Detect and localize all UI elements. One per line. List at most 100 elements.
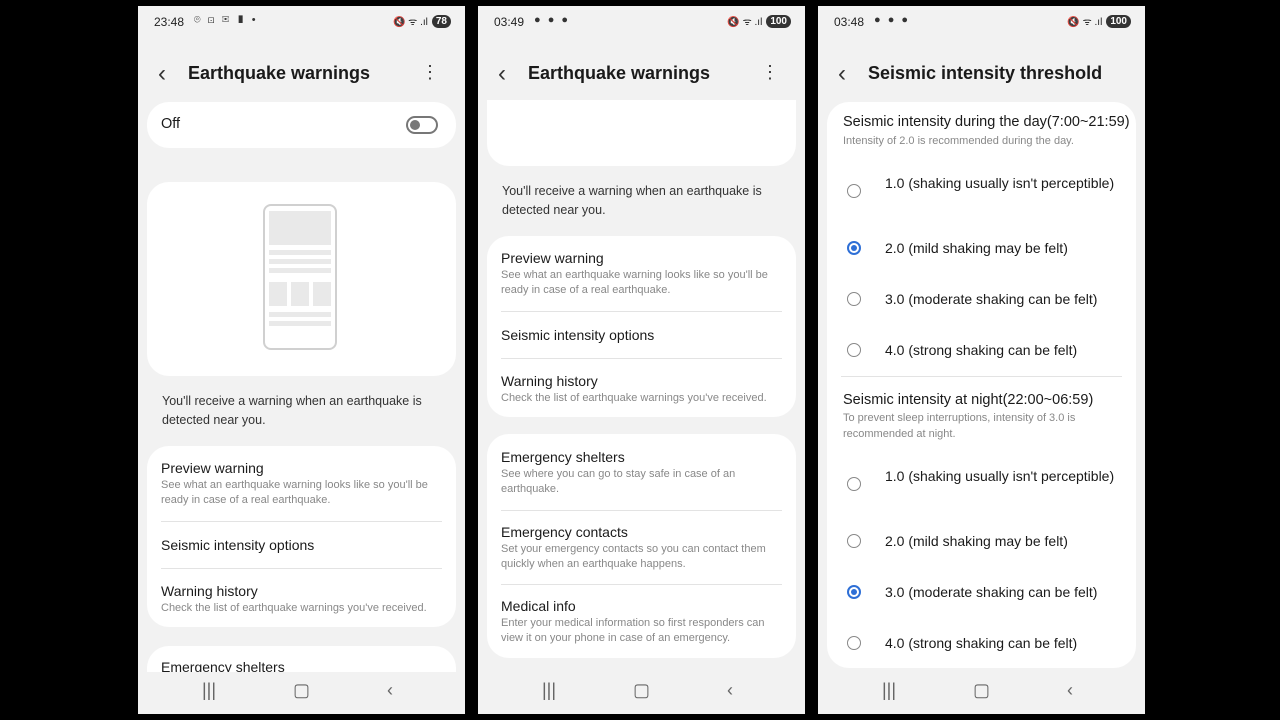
- illus-line: [269, 312, 331, 317]
- day-option-label[interactable]: 4.0 (strong shaking can be felt): [885, 341, 1116, 360]
- back-arrow-icon[interactable]: ‹: [498, 60, 506, 88]
- illus-block: [313, 282, 331, 306]
- illus-block: [269, 211, 331, 245]
- night-radio-1-0[interactable]: [847, 477, 861, 491]
- divider: [161, 568, 442, 569]
- status-right: 🔇 ᯤ .ıl 100: [727, 14, 791, 28]
- illus-line: [269, 321, 331, 326]
- screen-earthquake-warnings-off: 23:48 ⌾ ⊡ ✉ ▮ • 🔇 ᯤ .ıl 78 ‹ Earthquake …: [138, 6, 465, 714]
- home-icon[interactable]: ▢: [633, 680, 650, 701]
- medical-info-item[interactable]: Medical info Enter your medical informat…: [501, 598, 782, 646]
- screen-earthquake-warnings-scrolled: 03:49 ● ● ● 🔇 ᯤ .ıl 100 ‹ Earthquake war…: [478, 6, 805, 714]
- more-options-icon[interactable]: ⋮: [421, 62, 439, 83]
- more-options-icon[interactable]: ⋮: [761, 62, 779, 83]
- divider: [501, 311, 782, 312]
- item-subtitle: See what an earthquake warning looks lik…: [161, 479, 428, 506]
- illus-line: [269, 268, 331, 273]
- day-radio-1-0[interactable]: [847, 184, 861, 198]
- item-subtitle: Set your emergency contacts so you can c…: [501, 543, 766, 570]
- item-title: Warning history: [161, 583, 258, 599]
- item-title: Emergency contacts: [501, 524, 628, 540]
- day-option-label[interactable]: 1.0 (shaking usually isn't perceptible): [885, 174, 1116, 193]
- description-text: You'll receive a warning when an earthqu…: [502, 184, 762, 217]
- day-radio-4-0[interactable]: [847, 343, 861, 357]
- home-icon[interactable]: ▢: [973, 680, 990, 701]
- day-heading: Seismic intensity during the day(7:00~21…: [843, 114, 1130, 130]
- battery-icon: 100: [1106, 14, 1131, 28]
- warning-history-item[interactable]: Warning history Check the list of earthq…: [161, 583, 442, 616]
- illus-block: [269, 282, 287, 306]
- preview-warning-item[interactable]: Preview warning See what an earthquake w…: [161, 460, 442, 508]
- item-subtitle: Enter your medical information so first …: [501, 617, 765, 644]
- item-title: Warning history: [501, 373, 598, 389]
- recents-icon[interactable]: |||: [202, 680, 216, 701]
- recents-icon[interactable]: |||: [882, 680, 896, 701]
- nav-back-icon[interactable]: ‹: [1067, 680, 1073, 701]
- divider: [501, 358, 782, 359]
- divider: [501, 584, 782, 585]
- signal-icons: 🔇 ᯤ .ıl: [392, 17, 428, 28]
- preview-warning-item[interactable]: Preview warning See what an earthquake w…: [501, 250, 782, 298]
- status-time: 03:49: [494, 15, 525, 29]
- emergency-card: Emergency shelters See where you can go …: [487, 434, 796, 658]
- night-option-label[interactable]: 3.0 (moderate shaking can be felt): [885, 583, 1116, 602]
- day-option-label[interactable]: 3.0 (moderate shaking can be felt): [885, 290, 1116, 309]
- night-radio-3-0-selected[interactable]: [847, 585, 861, 599]
- battery-icon: 78: [431, 14, 451, 28]
- illus-line: [269, 250, 331, 255]
- item-title: Emergency shelters: [501, 449, 625, 465]
- night-radio-4-0[interactable]: [847, 636, 861, 650]
- seismic-intensity-options-item[interactable]: Seismic intensity options: [501, 327, 782, 343]
- options-card: Preview warning See what an earthquake w…: [487, 236, 796, 417]
- master-toggle-card[interactable]: Off: [147, 102, 456, 148]
- status-time: 23:48: [154, 15, 185, 29]
- app-bar: ‹ Seismic intensity threshold: [818, 58, 1145, 90]
- illus-line: [269, 259, 331, 264]
- night-option-label[interactable]: 1.0 (shaking usually isn't perceptible): [885, 467, 1116, 486]
- night-option-label[interactable]: 4.0 (strong shaking can be felt): [885, 634, 1116, 653]
- day-option-label[interactable]: 2.0 (mild shaking may be felt): [885, 239, 1116, 258]
- nav-back-icon[interactable]: ‹: [387, 680, 393, 701]
- night-subtitle: To prevent sleep interruptions, intensit…: [843, 412, 1076, 440]
- master-switch[interactable]: [406, 116, 438, 134]
- status-bar: 23:48 ⌾ ⊡ ✉ ▮ • 🔇 ᯤ .ıl 78: [138, 6, 465, 36]
- app-bar: ‹ Earthquake warnings ⋮: [478, 58, 805, 90]
- status-bar: 03:48 ● ● ● 🔇 ᯤ .ıl 100: [818, 6, 1145, 36]
- notification-icons: ● ● ●: [534, 14, 571, 26]
- recents-icon[interactable]: |||: [542, 680, 556, 701]
- page-title: Earthquake warnings: [188, 63, 371, 83]
- seismic-intensity-options-item[interactable]: Seismic intensity options: [161, 537, 442, 553]
- page-title: Earthquake warnings: [528, 63, 711, 83]
- item-subtitle: Check the list of earthquake warnings yo…: [161, 602, 427, 614]
- divider: [161, 521, 442, 522]
- page-title: Seismic intensity threshold: [868, 63, 1103, 83]
- emergency-shelters-item[interactable]: Emergency shelters See where you can go …: [501, 449, 782, 497]
- item-subtitle: See where you can go to stay safe in cas…: [501, 468, 736, 495]
- illus-block: [291, 282, 309, 306]
- status-right: 🔇 ᯤ .ıl 100: [1067, 14, 1131, 28]
- day-subtitle: Intensity of 2.0 is recommended during t…: [843, 135, 1074, 147]
- battery-icon: 100: [766, 14, 791, 28]
- night-option-label[interactable]: 2.0 (mild shaking may be felt): [885, 532, 1116, 551]
- item-title: Preview warning: [161, 460, 264, 476]
- status-bar: 03:49 ● ● ● 🔇 ᯤ .ıl 100: [478, 6, 805, 36]
- day-radio-3-0[interactable]: [847, 292, 861, 306]
- options-card: Preview warning See what an earthquake w…: [147, 446, 456, 627]
- nav-back-icon[interactable]: ‹: [727, 680, 733, 701]
- back-arrow-icon[interactable]: ‹: [158, 60, 166, 88]
- emergency-contacts-item[interactable]: Emergency contacts Set your emergency co…: [501, 524, 782, 572]
- illustration-card: [147, 182, 456, 376]
- screen-seismic-intensity-threshold: 03:48 ● ● ● 🔇 ᯤ .ıl 100 ‹ Seismic intens…: [818, 6, 1145, 714]
- night-radio-2-0[interactable]: [847, 534, 861, 548]
- day-radio-2-0-selected[interactable]: [847, 241, 861, 255]
- notification-icons: ⌾ ⊡ ✉ ▮ •: [194, 14, 258, 26]
- app-bar: ‹ Earthquake warnings ⋮: [138, 58, 465, 90]
- notification-icons: ● ● ●: [874, 14, 911, 26]
- toggle-label: Off: [161, 116, 181, 132]
- back-arrow-icon[interactable]: ‹: [838, 60, 846, 88]
- warning-history-item[interactable]: Warning history Check the list of earthq…: [501, 373, 782, 406]
- signal-icons: 🔇 ᯤ .ıl: [1067, 17, 1103, 28]
- item-title: Medical info: [501, 598, 576, 614]
- home-icon[interactable]: ▢: [293, 680, 310, 701]
- item-title: Seismic intensity options: [501, 327, 655, 343]
